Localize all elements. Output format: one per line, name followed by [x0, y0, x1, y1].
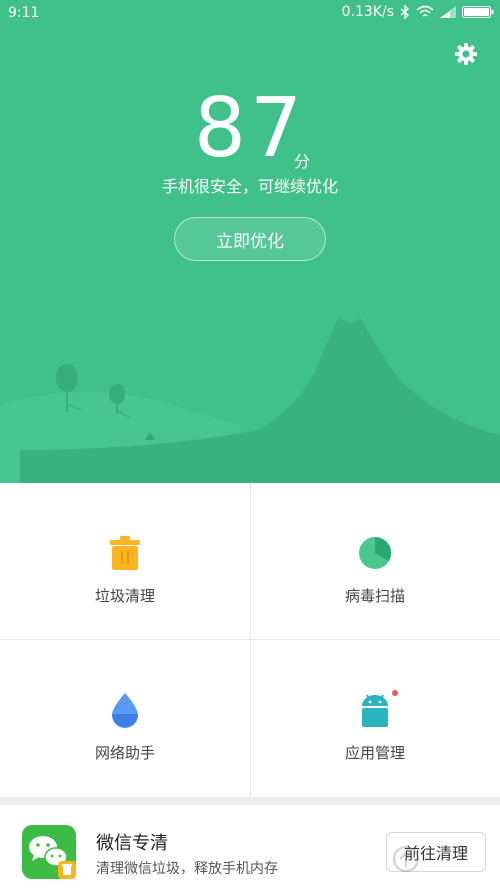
- score-description: 手机很安全，可继续优化: [161, 177, 338, 196]
- trash-can-icon: [108, 535, 142, 571]
- score-value: 87: [193, 81, 307, 176]
- water-drop-icon: [108, 692, 142, 728]
- tool-label: 网络助手: [94, 744, 155, 762]
- go-clean-button[interactable]: 前往清理: [386, 832, 486, 872]
- score-unit: 分: [294, 152, 311, 171]
- signal-icon: [440, 6, 456, 18]
- hero-panel: 9:11 0.13K/s 87 分 手机很安全，可继续优化 立即优化: [0, 0, 500, 483]
- battery-icon: [462, 5, 494, 19]
- status-bar: 9:11 0.13K/s: [0, 0, 500, 28]
- tool-label: 垃圾清理: [94, 587, 155, 605]
- tool-junk-clean[interactable]: 垃圾清理: [0, 483, 250, 640]
- settings-gear-icon[interactable]: [454, 42, 478, 66]
- tool-label: 应用管理: [344, 744, 405, 762]
- tools-grid: 垃圾清理 病毒扫描 网络助手 应用管理: [0, 483, 500, 797]
- status-indicators: 0.13K/s: [342, 4, 494, 20]
- card-title: 微信专清: [96, 833, 168, 854]
- wifi-icon: [416, 5, 434, 19]
- bluetooth-icon: [400, 5, 410, 19]
- tool-label: 病毒扫描: [344, 587, 405, 605]
- network-speed: 0.13K/s: [341, 4, 394, 20]
- android-robot-icon: [358, 690, 398, 728]
- optimize-now-button[interactable]: 立即优化: [174, 217, 326, 261]
- tool-app-management[interactable]: 应用管理: [250, 640, 500, 797]
- landscape-illustration: [0, 315, 500, 483]
- tool-network-assistant[interactable]: 网络助手: [0, 640, 250, 797]
- tool-virus-scan[interactable]: 病毒扫描: [250, 483, 500, 640]
- wechat-clean-card: 微信专清 清理微信垃圾，释放手机内存 前往清理: [0, 805, 500, 889]
- section-separator: [0, 797, 500, 805]
- wechat-icon: [22, 825, 76, 879]
- status-time: 9:11: [8, 5, 40, 21]
- virus-scan-icon: [358, 535, 392, 571]
- card-description: 清理微信垃圾，释放手机内存: [96, 861, 278, 877]
- security-score: 87 分: [0, 81, 500, 176]
- notification-dot: [392, 690, 398, 696]
